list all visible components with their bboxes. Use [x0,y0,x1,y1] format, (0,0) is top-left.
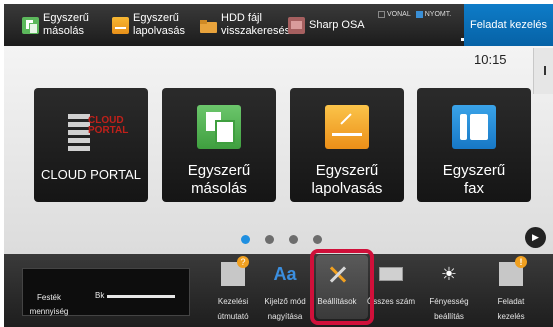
shortcut-label: HDD fájl visszakeresés [221,12,291,37]
folder-icon [200,17,217,34]
bottom-bar: Festékmennyiség Bk Kezelésiútmutató Aa K… [4,254,553,327]
page-dot[interactable] [265,235,274,244]
brightness-button[interactable]: ☀ Fényesség beállítás [418,254,480,327]
total-count-button[interactable]: Összes szám [360,254,422,327]
job-status-icon [499,256,527,286]
bottom-item-label: Feladat kezelés [497,297,525,321]
print-indicator-box [415,10,423,18]
bottom-item-label: Fényesség beállítás [429,297,469,321]
clock: 10:15 [474,52,507,67]
fax-icon [452,105,496,149]
shortcut-easy-scan[interactable]: Egyszerű lapolvasás [112,4,185,46]
status-indicators: VONAL NYOMT. [378,8,456,20]
side-panel-tab[interactable] [533,48,553,94]
shortcut-easy-copy[interactable]: Egyszerű másolás [22,4,89,46]
settings-icon [325,262,349,286]
page-dot[interactable] [289,235,298,244]
page-dot[interactable] [241,235,250,244]
brightness-icon: ☀ [440,264,458,284]
settings-button[interactable]: Beállítások [306,254,368,327]
scan-icon [112,16,129,34]
toner-label: Festék mennyiség [29,293,69,316]
tile-easy-copy[interactable]: Egyszerű másolás [162,88,276,202]
toner-color-label: Bk [95,291,105,300]
shortcut-sharp-osa[interactable]: Sharp OSA [288,4,365,46]
bottom-item-label: Összes szám [366,297,415,306]
osa-icon [288,16,305,34]
print-indicator-label: NYOMT. [424,10,452,18]
bottom-item-label: Beállítások [317,297,357,306]
shortcut-label: Sharp OSA [309,18,365,31]
tile-easy-fax[interactable]: Egyszerű fax [417,88,531,202]
toner-level-panel: Festék mennyiség Bk [22,268,190,316]
job-status-bottom-button[interactable]: Feladatkezelés [480,254,542,327]
page-dot[interactable] [313,235,322,244]
job-status-button[interactable]: Feladat kezelés [464,4,553,46]
copy-icon [22,16,39,34]
tile-cloud-portal[interactable]: CLOUD PORTAL CLOUD PORTAL [34,88,148,202]
tile-label: Egyszerű lapolvasás [311,162,383,197]
line-indicator-label: VONAL [387,10,411,18]
counter-icon [379,267,403,281]
guide-icon [221,256,249,286]
line-indicator-box [378,10,385,18]
tile-label: Egyszerű fax [442,162,506,197]
scan-icon [325,105,369,149]
copy-icon [197,105,241,149]
page-indicator [241,235,337,244]
shortcut-label: Egyszerű másolás [43,12,89,37]
tile-label: CLOUD PORTAL [41,167,141,182]
next-page-button[interactable]: ▶ [525,227,546,248]
tile-easy-scan[interactable]: Egyszerű lapolvasás [290,88,404,202]
tile-label: Egyszerű másolás [187,162,251,197]
top-bar: Egyszerű másolás Egyszerű lapolvasás HDD f… [4,4,553,46]
cloud-portal-logo: CLOUD PORTAL [68,108,128,160]
shortcut-label: Egyszerű lapolvasás [133,12,185,37]
display-zoom-icon: Aa [273,264,297,284]
toner-level-bar [107,295,175,298]
shortcut-hdd-file-retrieve[interactable]: HDD fájl visszakeresés [200,4,290,46]
home-screen: 10:15 CLOUD PORTAL CLOUD PORTAL Egyszerű m… [4,46,553,254]
